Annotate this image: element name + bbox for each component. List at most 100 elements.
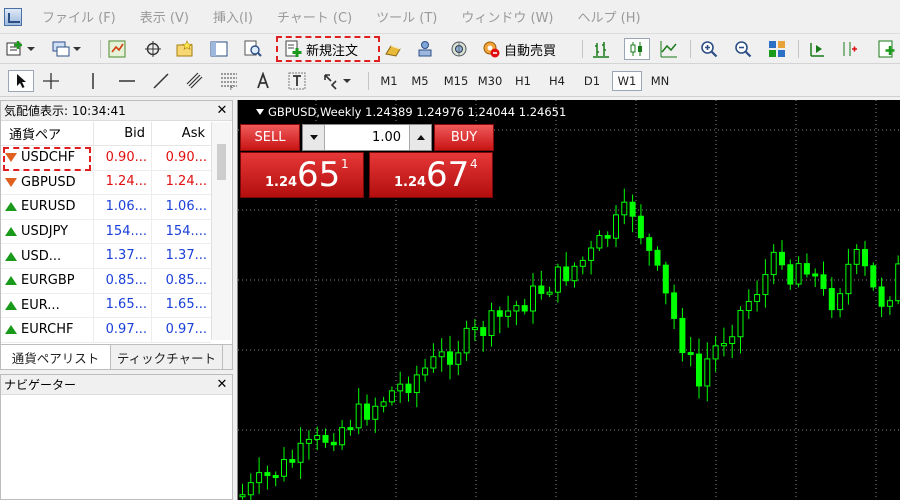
- timeframe-h1[interactable]: H1: [510, 71, 536, 91]
- text-tool-button[interactable]: [254, 70, 272, 92]
- menu-chart[interactable]: チャート (C): [265, 7, 364, 26]
- tile-windows-button[interactable]: [768, 38, 786, 60]
- candle-body: [662, 264, 669, 294]
- column-header-ask[interactable]: Ask: [151, 121, 211, 146]
- line-chart-button[interactable]: [660, 38, 678, 60]
- terminal-button[interactable]: [210, 38, 228, 60]
- candle-body: [862, 249, 868, 267]
- candle-body: [745, 300, 752, 311]
- candle-body: [405, 383, 412, 394]
- column-header-symbol[interactable]: 通貨ペア: [1, 124, 93, 143]
- equidistant-channel-button[interactable]: [186, 70, 204, 92]
- candle-body: [762, 274, 769, 296]
- buy-button[interactable]: BUY: [434, 124, 494, 151]
- scrollbar-thumb[interactable]: [217, 144, 226, 180]
- sell-price-button[interactable]: 1.24 65 1: [240, 152, 364, 198]
- candle-body: [281, 459, 287, 477]
- lot-decrease-button[interactable]: [303, 125, 325, 150]
- sell-button[interactable]: SELL: [240, 124, 300, 151]
- navigator-title: ナビゲーター: [4, 378, 77, 392]
- menu-view[interactable]: 表示 (V): [128, 7, 201, 26]
- arrow-up-icon: [5, 276, 17, 286]
- market-watch-row[interactable]: EUR... 1.65... 1.65...: [1, 293, 211, 319]
- profiles-icon: [52, 41, 70, 57]
- new-order-button[interactable]: 新規注文: [276, 36, 380, 62]
- market-watch-row[interactable]: GBPUSD 1.24... 1.24...: [1, 170, 211, 196]
- trendline-button[interactable]: [152, 70, 170, 92]
- timeframe-m5[interactable]: M5: [406, 71, 434, 91]
- crosshair-data-button[interactable]: [144, 38, 162, 60]
- timeframe-m1[interactable]: M1: [376, 71, 402, 91]
- timeframe-m15[interactable]: M15: [440, 71, 472, 91]
- close-icon[interactable]: ✕: [214, 103, 230, 118]
- vertical-line-button[interactable]: [84, 70, 102, 92]
- symbol-cell: EUR...: [1, 298, 93, 313]
- timeframe-mn[interactable]: MN: [646, 71, 674, 91]
- menu-window[interactable]: ウィンドウ (W): [449, 7, 565, 26]
- auto-trading-button[interactable]: 自動売買: [482, 38, 556, 60]
- vps-button[interactable]: [450, 38, 468, 60]
- buy-price-button[interactable]: 1.24 67 4: [369, 152, 493, 198]
- channel-icon: [186, 72, 203, 89]
- chart-shift-button[interactable]: [808, 38, 826, 60]
- profiles-button[interactable]: [52, 38, 81, 60]
- candle-body: [729, 336, 736, 344]
- candle-body: [621, 201, 628, 216]
- symbol-cell: EURCHF: [1, 322, 93, 337]
- market-watch-button[interactable]: [108, 38, 126, 60]
- market-watch-row[interactable]: EURGBP 0.85... 0.85...: [1, 268, 211, 294]
- timeframe-d1[interactable]: D1: [578, 71, 606, 91]
- indicators-button[interactable]: [878, 38, 896, 60]
- tab-tick-chart[interactable]: ティックチャート: [111, 345, 223, 369]
- tab-symbols[interactable]: 通貨ペアリスト: [1, 345, 111, 369]
- arrows-dropdown-button[interactable]: [322, 70, 351, 92]
- bar-chart-button[interactable]: [592, 38, 610, 60]
- lot-increase-button[interactable]: [409, 125, 431, 150]
- candle-body: [463, 327, 470, 354]
- menu-tools[interactable]: ツール (T): [364, 7, 449, 26]
- metaquotes-market-button[interactable]: [384, 38, 402, 60]
- navigator-button[interactable]: [176, 38, 194, 60]
- arrow-down-icon: [5, 177, 17, 187]
- buy-price-fraction: 4: [470, 157, 478, 171]
- market-watch-title: 気配値表示: 10:34:41: [4, 104, 126, 118]
- fibonacci-button[interactable]: F: [220, 70, 238, 92]
- column-header-bid[interactable]: Bid: [93, 121, 151, 146]
- timeframe-w1[interactable]: W1: [612, 71, 642, 91]
- auto-trading-icon: [483, 41, 500, 58]
- zoom-out-button[interactable]: [734, 38, 752, 60]
- candle-body: [671, 292, 678, 319]
- lot-size-value[interactable]: 1.00: [325, 130, 409, 145]
- market-watch-row[interactable]: USD... 1.37... 1.37...: [1, 244, 211, 269]
- cursor-tool-button[interactable]: [8, 70, 34, 92]
- timeframe-h4[interactable]: H4: [544, 71, 570, 91]
- market-watch-row[interactable]: EURUSD 1.06... 1.06...: [1, 194, 211, 220]
- market-watch-scrollbar[interactable]: [211, 122, 231, 340]
- close-icon[interactable]: ✕: [214, 377, 230, 392]
- candlestick-chart-button[interactable]: [624, 38, 650, 60]
- candle-body: [513, 305, 520, 312]
- menu-help[interactable]: ヘルプ (H): [566, 7, 653, 26]
- market-watch-row[interactable]: EURCHF 0.97... 0.97...: [1, 317, 211, 343]
- symbol-name: GBPUSD: [21, 174, 76, 190]
- candle-body: [455, 352, 462, 365]
- bar-chart-icon: [593, 42, 609, 58]
- new-chart-button[interactable]: [6, 38, 35, 60]
- horizontal-line-button[interactable]: [118, 70, 136, 92]
- crosshair-tool-button[interactable]: [42, 70, 60, 92]
- candle-body: [812, 273, 819, 277]
- market-watch-row[interactable]: USDCHF 0.90... 0.90...: [1, 145, 211, 171]
- text-label-button[interactable]: [288, 70, 306, 92]
- strategy-tester-button[interactable]: [244, 38, 262, 60]
- chart-shift-icon: [810, 43, 824, 57]
- signals-button[interactable]: [416, 38, 434, 60]
- menu-insert[interactable]: 挿入(I): [201, 7, 265, 26]
- terminal-icon: [210, 41, 228, 57]
- menu-file[interactable]: ファイル (F): [30, 7, 128, 26]
- bid-cell: 1.65...: [93, 293, 151, 318]
- auto-scroll-button[interactable]: [840, 38, 858, 60]
- market-watch-row[interactable]: USDJPY 154.... 154....: [1, 219, 211, 245]
- timeframe-m30[interactable]: M30: [474, 71, 506, 91]
- zoom-in-button[interactable]: [700, 38, 718, 60]
- toolbar-separator: [582, 40, 583, 58]
